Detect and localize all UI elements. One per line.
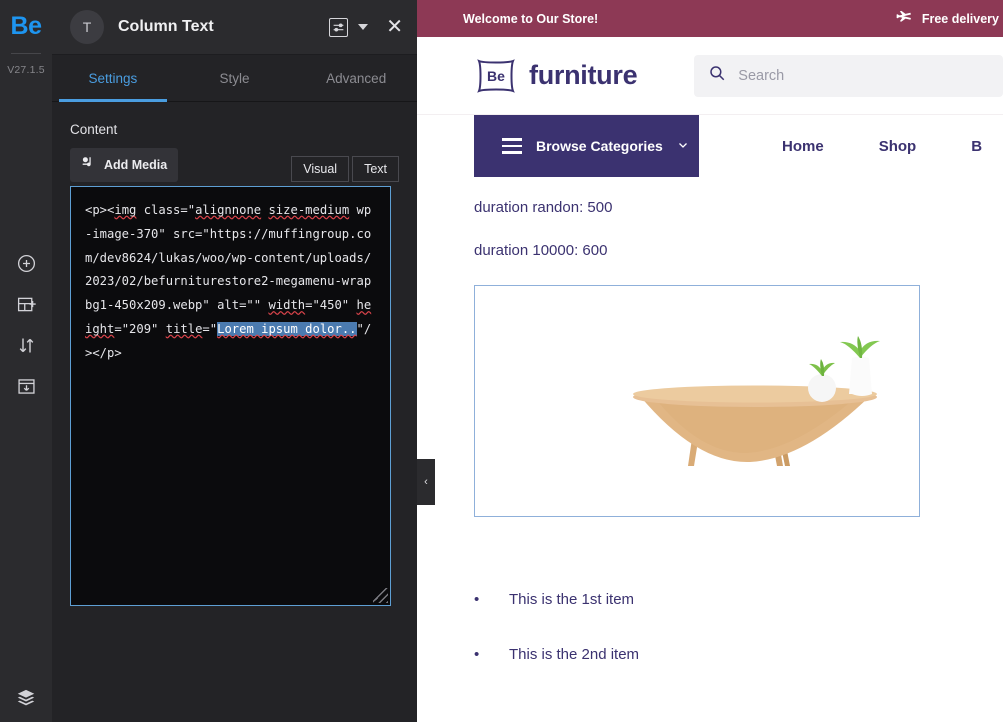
code-seg-9: ="450" bbox=[305, 298, 357, 313]
wooden-table-illustration bbox=[475, 286, 919, 516]
pillow-logo-icon: Be bbox=[474, 56, 518, 96]
panel-header: T Column Text ✕ bbox=[52, 0, 417, 55]
brand-wordmark: furniture bbox=[529, 60, 638, 90]
add-media-icon bbox=[81, 155, 96, 175]
layers-icon[interactable] bbox=[14, 686, 38, 710]
bullet-marker: • bbox=[474, 646, 480, 663]
site-header: Be furniture Search bbox=[417, 37, 1003, 115]
bullet-text: This is the 1st item bbox=[509, 591, 635, 608]
editor-mode-tabs: Visual Text bbox=[291, 156, 399, 182]
promo-topbar: Welcome to Our Store! Free delivery bbox=[417, 0, 1003, 37]
promo-delivery-group: Free delivery bbox=[895, 8, 1003, 29]
content-field-label: Content bbox=[70, 122, 118, 137]
content-image[interactable] bbox=[474, 285, 920, 517]
duration-line-2: duration 10000: 600 bbox=[474, 242, 608, 259]
code-seg-alignnone: alignnone bbox=[195, 203, 262, 217]
element-settings-panel: T Column Text ✕ Settings Style Advanced … bbox=[52, 0, 435, 722]
textarea-resize-handle[interactable] bbox=[373, 588, 388, 603]
site-nav: Browse Categories Home Shop B bbox=[417, 115, 1003, 189]
rail-icon-group bbox=[14, 251, 38, 398]
panel-title: Column Text bbox=[118, 18, 214, 35]
sliders-icon[interactable] bbox=[327, 16, 349, 38]
editor-window: Be V27.1.5 T Column Text ✕ Settings Styl… bbox=[0, 0, 1003, 722]
save-template-icon[interactable] bbox=[14, 374, 38, 398]
rail-divider bbox=[11, 53, 41, 54]
sliders-icon-box bbox=[328, 17, 348, 37]
bullet-text: This is the 2nd item bbox=[509, 646, 640, 663]
code-seg-sizemedium: size-medium bbox=[268, 203, 350, 217]
content-code-editor[interactable]: <p><img class="alignnone size-medium wp-… bbox=[70, 186, 391, 606]
search-placeholder: Search bbox=[738, 67, 785, 84]
element-type-letter: T bbox=[82, 19, 92, 35]
panel-body: Content Add Media Visual Text <p><img cl… bbox=[52, 102, 417, 722]
tab-style[interactable]: Style bbox=[174, 55, 296, 101]
promo-welcome-text: Welcome to Our Store! bbox=[463, 11, 599, 26]
list-item: • This is the 1st item bbox=[474, 591, 1003, 608]
browse-categories-label: Browse Categories bbox=[536, 138, 663, 154]
panel-tabs: Settings Style Advanced bbox=[52, 55, 417, 102]
nav-link-home[interactable]: Home bbox=[782, 138, 824, 155]
close-icon[interactable]: ✕ bbox=[386, 17, 403, 37]
add-media-button[interactable]: Add Media bbox=[70, 148, 179, 182]
bullet-list: • This is the 1st item • This is the 2nd… bbox=[474, 591, 1003, 663]
editor-mode-text[interactable]: Text bbox=[352, 156, 399, 182]
code-seg-1: <p>< bbox=[85, 203, 115, 217]
pillow-logo-text: Be bbox=[487, 67, 505, 84]
code-seg-img: img bbox=[114, 203, 137, 217]
editor-toolbar: Add Media Visual Text bbox=[70, 148, 399, 182]
browse-categories-button[interactable]: Browse Categories bbox=[474, 115, 699, 177]
add-circle-icon[interactable] bbox=[14, 251, 38, 275]
search-icon bbox=[708, 64, 726, 87]
panel-collapse-handle[interactable]: ‹ bbox=[417, 459, 435, 505]
tab-settings[interactable]: Settings bbox=[52, 55, 174, 101]
element-type-icon: T bbox=[70, 10, 104, 44]
bullet-marker: • bbox=[474, 591, 480, 608]
chevron-down-icon[interactable] bbox=[358, 24, 369, 30]
promo-delivery-text: Free delivery bbox=[921, 11, 999, 26]
left-icon-rail: Be V27.1.5 bbox=[0, 0, 52, 722]
list-item: • This is the 2nd item bbox=[474, 646, 1003, 663]
tab-advanced[interactable]: Advanced bbox=[295, 55, 417, 101]
search-input[interactable]: Search bbox=[694, 54, 1003, 97]
hamburger-icon bbox=[502, 138, 522, 154]
editor-mode-visual[interactable]: Visual bbox=[291, 156, 350, 182]
airplane-icon bbox=[895, 8, 913, 29]
code-seg-3: class=" bbox=[136, 203, 196, 217]
code-seg-11: ="209" bbox=[114, 321, 166, 336]
duration-line-1: duration randon: 500 bbox=[474, 199, 613, 216]
site-preview: Welcome to Our Store! Free delivery Be f… bbox=[417, 0, 1003, 722]
code-seg-title: title bbox=[165, 321, 203, 336]
preview-content: duration randon: 500 duration 10000: 600 bbox=[417, 189, 1003, 663]
code-seg-7: wp-image-370" src="https://muffingroup.c… bbox=[85, 203, 372, 313]
add-section-icon[interactable] bbox=[14, 292, 38, 316]
code-seg-width: width bbox=[268, 298, 306, 313]
nav-link-blog[interactable]: B bbox=[971, 138, 982, 155]
site-logo[interactable]: Be furniture bbox=[474, 56, 638, 96]
rail-bottom-group bbox=[0, 686, 52, 710]
code-selected-text: Lorem ipsum dolor.. bbox=[217, 321, 357, 336]
code-seg-13: =" bbox=[202, 321, 218, 336]
add-media-label: Add Media bbox=[104, 158, 168, 172]
be-builder-logo: Be bbox=[10, 12, 42, 40]
nav-links: Home Shop B bbox=[782, 115, 982, 177]
chevron-down-icon bbox=[677, 138, 689, 154]
sort-arrows-icon[interactable] bbox=[14, 333, 38, 357]
nav-link-shop[interactable]: Shop bbox=[879, 138, 917, 155]
builder-version: V27.1.5 bbox=[7, 64, 45, 76]
